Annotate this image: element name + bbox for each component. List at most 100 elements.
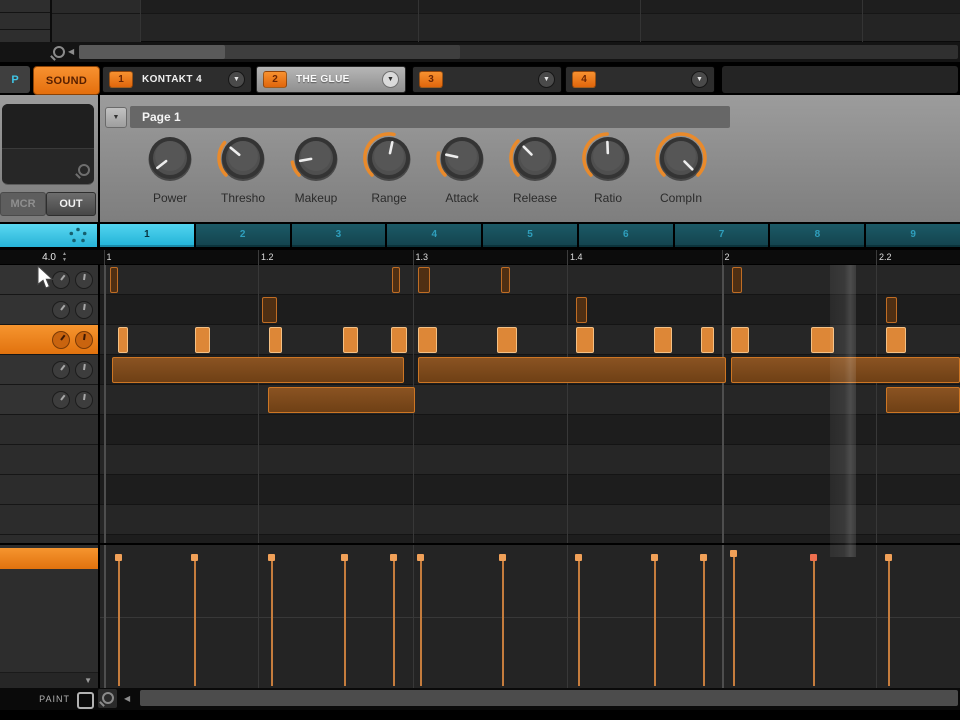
velocity-lane[interactable] (100, 545, 960, 688)
zoom-tool-icon[interactable] (53, 46, 65, 58)
velocity-marker[interactable] (390, 554, 397, 686)
midi-note[interactable] (418, 357, 726, 383)
velocity-marker[interactable] (575, 554, 582, 686)
sound-row-4[interactable] (0, 355, 98, 385)
midi-note[interactable] (886, 387, 960, 413)
tab-sound[interactable]: SOUND (33, 66, 100, 95)
timeline-ruler[interactable]: 4.0 ▲ ▼ 1 1.2 1.3 1.4 2 2.2 (0, 250, 960, 265)
midi-note[interactable] (886, 327, 906, 353)
pan-knob-icon[interactable] (52, 330, 70, 349)
midi-note[interactable] (268, 387, 415, 413)
knob-dial[interactable] (140, 131, 200, 189)
knob-dial[interactable] (578, 131, 638, 189)
level-knob-icon[interactable] (75, 270, 93, 289)
sound-slot-4[interactable]: 4 ▼ (565, 66, 715, 93)
knob-dial[interactable] (651, 131, 711, 189)
midi-note[interactable] (501, 267, 510, 293)
pattern-slot-1[interactable]: 1 (100, 224, 194, 247)
scrollbar-thumb[interactable] (140, 690, 958, 706)
midi-note[interactable] (195, 327, 210, 353)
velocity-dot[interactable] (390, 554, 397, 561)
velocity-dot[interactable] (700, 554, 707, 561)
paint-checkbox[interactable] (77, 692, 94, 709)
page-header[interactable]: Page 1 (130, 106, 730, 128)
sound-row-5[interactable] (0, 385, 98, 415)
pan-knob-icon[interactable] (52, 270, 70, 289)
velocity-dot[interactable] (417, 554, 424, 561)
pan-knob-icon[interactable] (52, 390, 70, 409)
scroll-left-icon[interactable]: ◀ (68, 48, 74, 56)
knob-ratio[interactable]: Ratio (578, 131, 638, 205)
knob-dial[interactable] (432, 131, 492, 189)
search-icon[interactable] (78, 164, 90, 176)
mcr-button[interactable]: MCR (0, 192, 46, 216)
midi-note[interactable] (654, 327, 672, 353)
scrollbar-thumb[interactable] (79, 45, 225, 59)
out-button[interactable]: OUT (46, 192, 96, 216)
sound-row-7[interactable] (0, 445, 98, 475)
tab-group[interactable]: P (0, 66, 30, 93)
velocity-marker[interactable] (730, 550, 737, 686)
pattern-slot-7[interactable]: 7 (674, 224, 769, 247)
velocity-marker[interactable] (268, 554, 275, 686)
midi-note[interactable] (343, 327, 358, 353)
pattern-slot-4[interactable]: 4 (387, 224, 482, 247)
knob-dial[interactable] (213, 131, 273, 189)
midi-note[interactable] (118, 327, 128, 353)
sound-row-8[interactable] (0, 475, 98, 505)
sound-slot-1[interactable]: 1 KONTAKT 4 ▼ (102, 66, 252, 93)
midi-note[interactable] (391, 327, 407, 353)
knob-dial[interactable] (286, 131, 346, 189)
velocity-dot[interactable] (268, 554, 275, 561)
pattern-bank-button[interactable] (0, 224, 97, 247)
sound-row-2[interactable] (0, 295, 98, 325)
pan-knob-icon[interactable] (52, 360, 70, 379)
midi-note[interactable] (576, 327, 594, 353)
knob-power[interactable]: Power (140, 131, 200, 205)
velocity-marker[interactable] (810, 554, 817, 686)
sound-row-6[interactable] (0, 415, 98, 445)
velocity-selected-sound[interactable] (0, 548, 98, 569)
midi-note[interactable] (732, 267, 742, 293)
level-knob-icon[interactable] (75, 300, 93, 319)
pattern-slot-3[interactable]: 3 (291, 224, 386, 247)
midi-note[interactable] (112, 357, 404, 383)
velocity-dot[interactable] (191, 554, 198, 561)
sound-slot-3[interactable]: 3 ▼ (412, 66, 562, 93)
midi-note[interactable] (392, 267, 400, 293)
pattern-length-value[interactable]: 4.0 (0, 252, 56, 263)
chevron-down-icon[interactable]: ▼ (691, 71, 708, 88)
knob-makeup[interactable]: Makeup (286, 131, 346, 205)
level-knob-icon[interactable] (75, 360, 93, 379)
midi-note[interactable] (269, 327, 282, 353)
scroll-left-icon[interactable]: ◀ (124, 695, 130, 703)
velocity-marker[interactable] (885, 554, 892, 686)
midi-note[interactable] (262, 297, 277, 323)
velocity-marker[interactable] (700, 554, 707, 686)
knob-dial[interactable] (505, 131, 565, 189)
midi-note[interactable] (418, 327, 437, 353)
velocity-marker[interactable] (499, 554, 506, 686)
chevron-down-icon[interactable]: ▼ (538, 71, 555, 88)
pattern-slot-2[interactable]: 2 (195, 224, 290, 247)
zoom-tool-button[interactable] (98, 689, 117, 708)
velocity-marker[interactable] (417, 554, 424, 686)
velocity-dot[interactable] (885, 554, 892, 561)
velocity-dot[interactable] (575, 554, 582, 561)
level-knob-icon[interactable] (75, 390, 93, 409)
page-dropdown-button[interactable]: ▼ (105, 107, 127, 128)
velocity-dot[interactable] (730, 550, 737, 557)
velocity-marker[interactable] (191, 554, 198, 686)
chevron-down-icon[interactable]: ▼ (382, 71, 399, 88)
step-down-icon[interactable]: ▼ (62, 257, 67, 263)
knob-dial[interactable] (359, 131, 419, 189)
knob-compin[interactable]: CompIn (651, 131, 711, 205)
pan-knob-icon[interactable] (52, 300, 70, 319)
level-knob-icon[interactable] (75, 330, 93, 349)
sound-row-3[interactable] (0, 325, 98, 355)
velocity-marker[interactable] (341, 554, 348, 686)
velocity-dot[interactable] (810, 554, 817, 561)
pattern-slot-5[interactable]: 5 (483, 224, 577, 247)
sound-row-9[interactable] (0, 505, 98, 535)
knob-thresho[interactable]: Thresho (213, 131, 273, 205)
